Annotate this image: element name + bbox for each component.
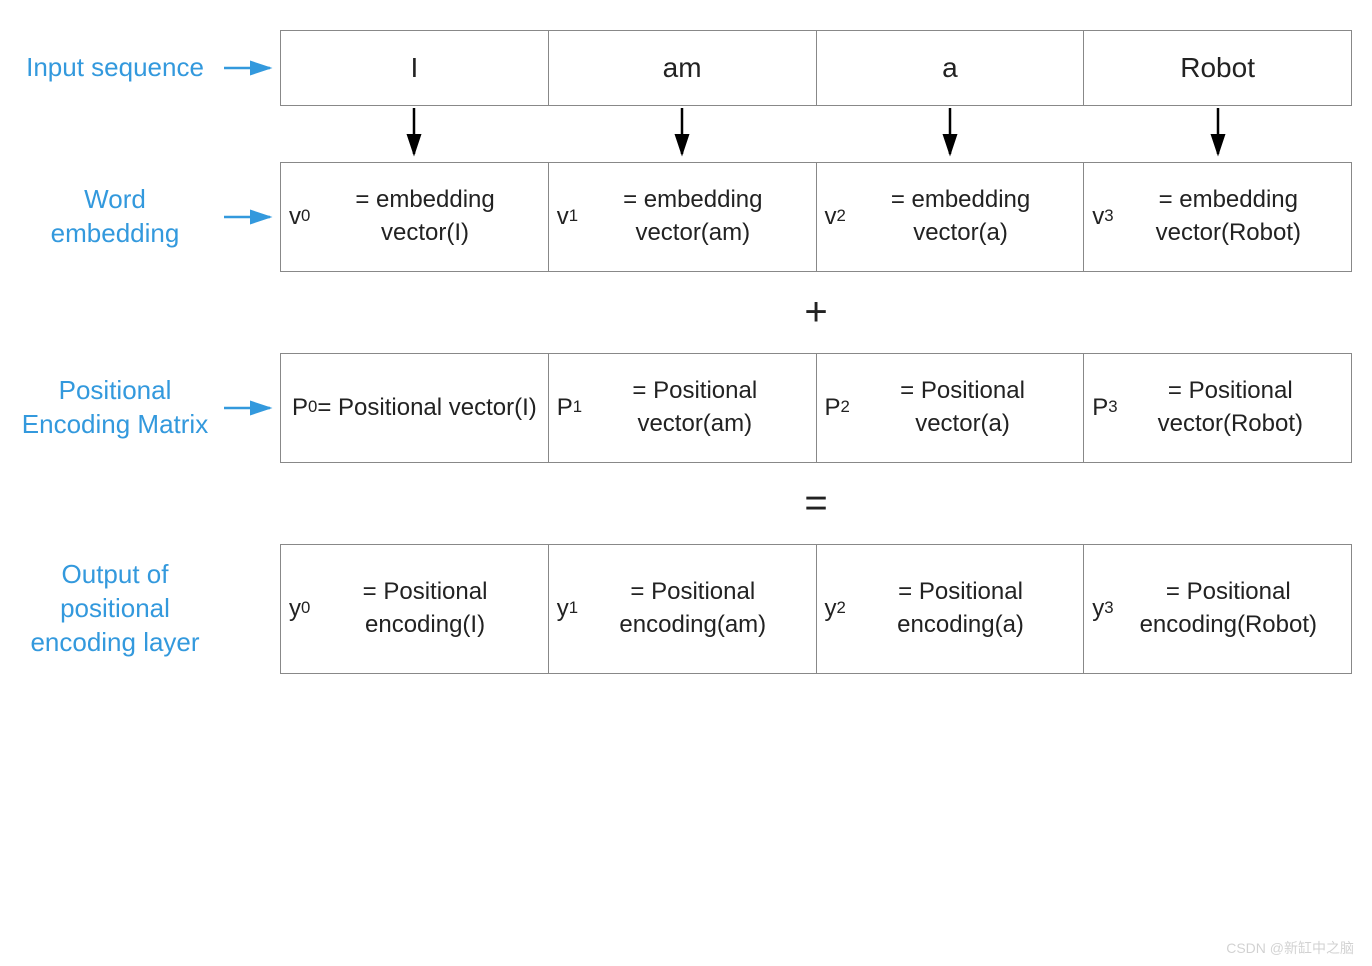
word-embedding-row: Word embedding v0 = embedding vector(I) …: [20, 162, 1352, 272]
word-cell-1: v1 = embedding vector(am): [549, 162, 817, 272]
positional-encoding-row: Positional Encoding Matrix P0 = Position…: [20, 353, 1352, 463]
arrow-down-icon: [548, 106, 816, 162]
arrow-down-icon: [816, 106, 1084, 162]
watermark-text: CSDN @新缸中之脑: [1226, 938, 1354, 958]
plus-row: +: [20, 272, 1352, 353]
pos-cell-2: P2 = Positional vector(a): [817, 353, 1085, 463]
pos-cell-1: P1 = Positional vector(am): [549, 353, 817, 463]
arrow-right-icon: [220, 396, 280, 420]
out-cell-3: y3 = Positional encoding(Robot): [1084, 544, 1352, 674]
pos-cell-0: P0 = Positional vector(I): [280, 353, 549, 463]
out-cell-0: y0 = Positional encoding(I): [280, 544, 549, 674]
output-label: Output of positional encoding layer: [20, 558, 220, 659]
out-cell-2: y2 = Positional encoding(a): [817, 544, 1085, 674]
output-row: Output of positional encoding layer y0 =…: [20, 544, 1352, 674]
equals-operator: =: [280, 481, 1352, 526]
plus-operator: +: [280, 290, 1352, 335]
positional-cells: P0 = Positional vector(I) P1 = Positiona…: [280, 353, 1352, 463]
arrow-right-icon: [220, 56, 280, 80]
arrow-down-icon: [280, 106, 548, 162]
out-cell-1: y1 = Positional encoding(am): [549, 544, 817, 674]
input-cell-3: Robot: [1084, 30, 1352, 106]
input-cell-0: I: [280, 30, 549, 106]
word-cells: v0 = embedding vector(I) v1 = embedding …: [280, 162, 1352, 272]
input-cells: I am a Robot: [280, 30, 1352, 106]
word-embedding-label: Word embedding: [20, 183, 220, 251]
input-sequence-row: Input sequence I am a Robot: [20, 30, 1352, 106]
arrow-down-icon: [1084, 106, 1352, 162]
positional-encoding-label: Positional Encoding Matrix: [20, 374, 220, 442]
word-cell-2: v2 = embedding vector(a): [817, 162, 1085, 272]
down-arrows-row: [20, 106, 1352, 162]
input-cell-2: a: [817, 30, 1085, 106]
input-sequence-label: Input sequence: [20, 51, 220, 85]
word-cell-0: v0 = embedding vector(I): [280, 162, 549, 272]
equals-row: =: [20, 463, 1352, 544]
word-cell-3: v3 = embedding vector(Robot): [1084, 162, 1352, 272]
output-cells: y0 = Positional encoding(I) y1 = Positio…: [280, 544, 1352, 674]
input-cell-1: am: [549, 30, 817, 106]
pos-cell-3: P3 = Positional vector(Robot): [1084, 353, 1352, 463]
arrow-right-icon: [220, 205, 280, 229]
